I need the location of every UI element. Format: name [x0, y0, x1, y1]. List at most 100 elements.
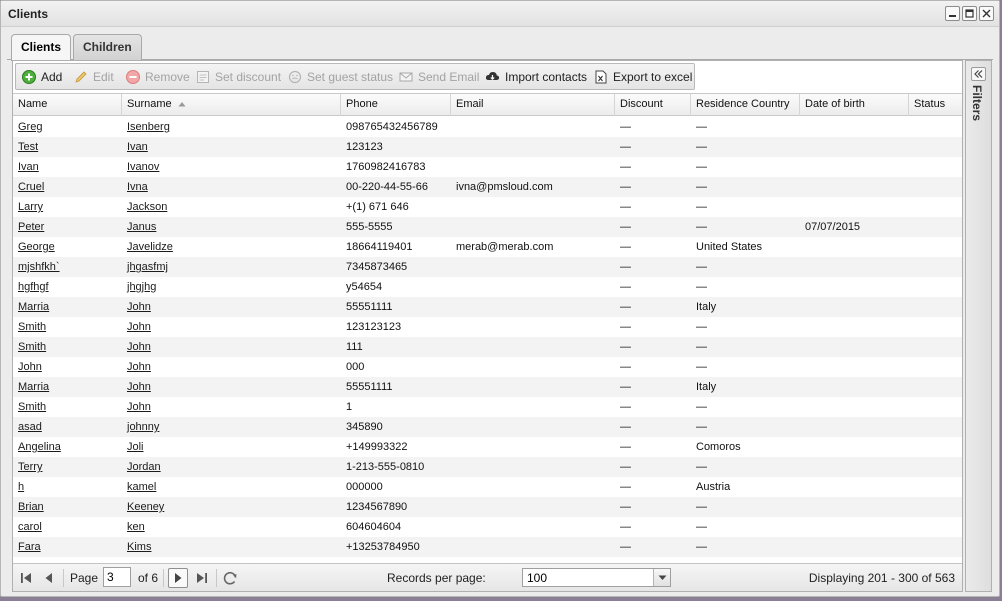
- cell-surname[interactable]: Ivan: [122, 137, 341, 157]
- cell-name[interactable]: Terry: [13, 457, 122, 477]
- cell-surname[interactable]: Jordan: [122, 457, 341, 477]
- remove-button[interactable]: Remove: [126, 67, 190, 87]
- table-row[interactable]: Smith John 123123123 — —: [13, 317, 962, 337]
- table-row[interactable]: Smith John 1 — —: [13, 397, 962, 417]
- cell-name[interactable]: Brian: [13, 497, 122, 517]
- refresh-button[interactable]: [221, 569, 239, 587]
- cell-name[interactable]: John: [13, 357, 122, 377]
- cell-surname[interactable]: Isenberg: [122, 117, 341, 137]
- double-chevron-left-icon: [974, 70, 983, 78]
- cell-name[interactable]: Ivan: [13, 157, 122, 177]
- cell-name[interactable]: Greg: [13, 117, 122, 137]
- tab-clients[interactable]: Clients: [11, 34, 72, 61]
- column-header-email[interactable]: Email: [451, 94, 615, 116]
- table-row[interactable]: Peter Janus 555-5555 — — 07/07/2015: [13, 217, 962, 237]
- column-header-name[interactable]: Name: [13, 94, 122, 116]
- table-row[interactable]: h kamel 000000 — Austria: [13, 477, 962, 497]
- cell-name[interactable]: Larry: [13, 197, 122, 217]
- set-discount-button[interactable]: Set discount: [196, 67, 281, 87]
- close-button[interactable]: [979, 6, 994, 21]
- table-row[interactable]: hgfhgf jhgjhg y54654 — —: [13, 277, 962, 297]
- cell-surname[interactable]: John: [122, 297, 341, 317]
- column-header-discount[interactable]: Discount: [615, 94, 691, 116]
- table-row[interactable]: Fara Kims +13253784950 — —: [13, 537, 962, 557]
- cell-name[interactable]: h: [13, 477, 122, 497]
- set-guest-status-button[interactable]: Set guest status: [288, 67, 393, 87]
- add-button[interactable]: Add: [22, 67, 62, 87]
- cell-name[interactable]: asad: [13, 417, 122, 437]
- next-page-button[interactable]: [168, 568, 188, 588]
- column-header-status[interactable]: Status: [909, 94, 962, 116]
- cell-name[interactable]: Peter: [13, 217, 122, 237]
- import-contacts-button[interactable]: Import contacts: [485, 67, 587, 87]
- cell-surname[interactable]: kamel: [122, 477, 341, 497]
- column-header-surname[interactable]: Surname: [122, 94, 341, 116]
- edit-button[interactable]: Edit: [74, 67, 114, 87]
- cell-surname[interactable]: John: [122, 357, 341, 377]
- page-number-input[interactable]: [103, 567, 131, 587]
- cell-surname[interactable]: Joli: [122, 437, 341, 457]
- cell-name[interactable]: mjshfkh`: [13, 257, 122, 277]
- cell-surname[interactable]: Javelidze: [122, 237, 341, 257]
- table-row[interactable]: George Javelidze 18664119401 merab@merab.co…: [13, 237, 962, 257]
- records-per-page-select[interactable]: 100: [522, 568, 671, 587]
- cell-surname[interactable]: John: [122, 337, 341, 357]
- table-row[interactable]: Smith John 111 — —: [13, 337, 962, 357]
- cell-name[interactable]: Test: [13, 137, 122, 157]
- cell-surname[interactable]: jhgasfmj: [122, 257, 341, 277]
- table-row[interactable]: Test Ivan 123123 — —: [13, 137, 962, 157]
- dropdown-toggle[interactable]: [653, 569, 670, 586]
- cell-name[interactable]: hgfhgf: [13, 277, 122, 297]
- column-header-date-of-birth[interactable]: Date of birth: [800, 94, 909, 116]
- cell-surname[interactable]: John: [122, 377, 341, 397]
- cell-surname[interactable]: Ivanov: [122, 157, 341, 177]
- cell-name[interactable]: Angelina: [13, 437, 122, 457]
- cell-name[interactable]: George: [13, 237, 122, 257]
- last-page-button[interactable]: [194, 570, 210, 586]
- table-row[interactable]: mjshfkh` jhgasfmj 7345873465 — —: [13, 257, 962, 277]
- table-row[interactable]: Terry Jordan 1-213-555-0810 — —: [13, 457, 962, 477]
- cell-name[interactable]: Smith: [13, 337, 122, 357]
- table-row[interactable]: Angelina Joli +149993322 — Comoros: [13, 437, 962, 457]
- send-email-button[interactable]: Send Email: [399, 67, 479, 87]
- table-row[interactable]: Brian Keeney 1234567890 — —: [13, 497, 962, 517]
- cell-surname[interactable]: Kims: [122, 537, 341, 557]
- cell-name[interactable]: Smith: [13, 397, 122, 417]
- tab-children[interactable]: Children: [73, 34, 142, 60]
- clients-panel: Add Edit Remove Set discount Set guest s…: [12, 60, 963, 592]
- previous-page-button[interactable]: [41, 570, 57, 586]
- filters-panel[interactable]: Filters: [965, 60, 992, 592]
- cell-name[interactable]: Marria: [13, 297, 122, 317]
- first-page-button[interactable]: [18, 570, 34, 586]
- table-row[interactable]: Marria John 55551111 — Italy: [13, 377, 962, 397]
- table-row[interactable]: Larry Jackson +(1) 671 646 — —: [13, 197, 962, 217]
- table-row[interactable]: Cruel Ivna 00-220-44-55-66 ivna@pmsloud.com…: [13, 177, 962, 197]
- cell-name[interactable]: carol: [13, 517, 122, 537]
- cell-surname[interactable]: Janus: [122, 217, 341, 237]
- cell-surname[interactable]: jhgjhg: [122, 277, 341, 297]
- export-excel-button[interactable]: Export to excel: [594, 67, 692, 87]
- cell-name[interactable]: Cruel: [13, 177, 122, 197]
- table-row[interactable]: John John 000 — —: [13, 357, 962, 377]
- table-row[interactable]: carol ken 604604604 — —: [13, 517, 962, 537]
- minimize-button[interactable]: [945, 6, 960, 21]
- column-header-phone[interactable]: Phone: [341, 94, 451, 116]
- table-row[interactable]: asad johnny 345890 — —: [13, 417, 962, 437]
- table-row[interactable]: Marria John 55551111 — Italy: [13, 297, 962, 317]
- table-row[interactable]: Ivan Ivanov 1760982416783 — —: [13, 157, 962, 177]
- table-row[interactable]: Greg Isenberg 098765432456789 — —: [13, 117, 962, 137]
- cell-surname[interactable]: ken: [122, 517, 341, 537]
- cell-surname[interactable]: John: [122, 397, 341, 417]
- cell-name[interactable]: Smith: [13, 317, 122, 337]
- cell-surname[interactable]: Jackson: [122, 197, 341, 217]
- cell-name[interactable]: Fara: [13, 537, 122, 557]
- expand-filters-button[interactable]: [971, 67, 986, 81]
- maximize-button[interactable]: [962, 6, 977, 21]
- cell-name[interactable]: Marria: [13, 377, 122, 397]
- cell-surname[interactable]: johnny: [122, 417, 341, 437]
- cell-surname[interactable]: Keeney: [122, 497, 341, 517]
- cell-surname[interactable]: John: [122, 317, 341, 337]
- cell-date-of-birth: [800, 477, 909, 497]
- cell-surname[interactable]: Ivna: [122, 177, 341, 197]
- column-header-residence-country[interactable]: Residence Country: [691, 94, 800, 116]
